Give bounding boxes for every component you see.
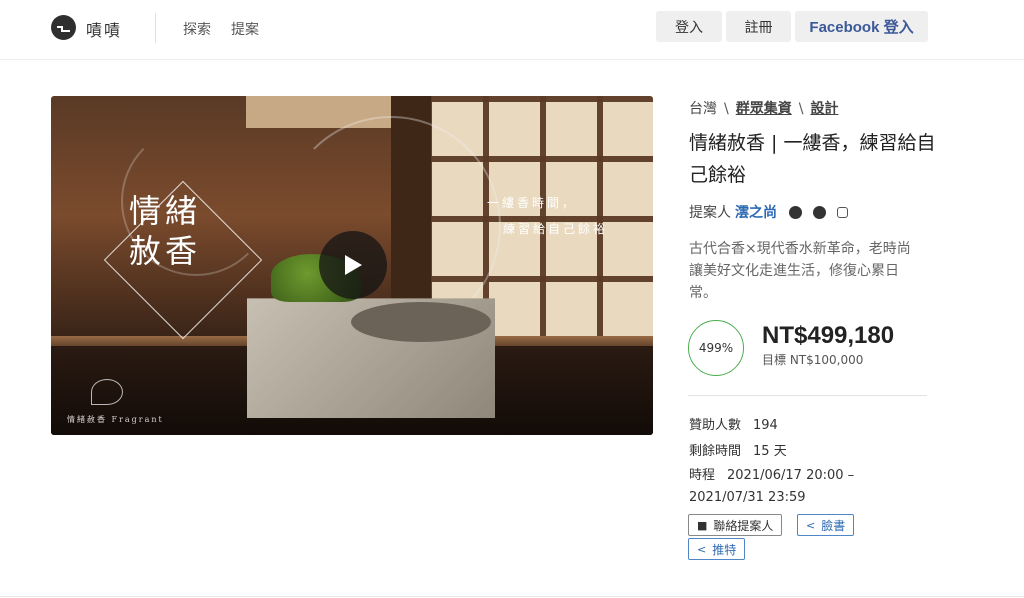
- stat-backers: 贊助人數 194: [689, 414, 778, 433]
- fish-logo-icon: [91, 379, 123, 405]
- share-facebook-button[interactable]: < 臉書: [797, 514, 855, 536]
- share-icon: <: [806, 518, 816, 532]
- project-video[interactable]: 情緒 赦香 一縷香時間， 練習給自己餘裕 情緒赦香 Fragrant: [51, 96, 653, 435]
- funding-percent: 499%: [698, 341, 734, 355]
- nav-explore-link[interactable]: 探索: [183, 19, 211, 39]
- project-description: 古代合香×現代香水新革命，老時尚讓美好文化走進生活，修復心累日常。: [689, 241, 911, 301]
- breadcrumb-type-link[interactable]: 群眾集資: [736, 101, 792, 117]
- hero-title-line2: 赦香: [129, 232, 202, 270]
- play-icon[interactable]: [319, 231, 387, 299]
- funding-percent-ring: 499%: [688, 320, 744, 376]
- hero-brand-caption: 情緒赦香 Fragrant: [67, 415, 164, 424]
- top-header: 嘖嘖 探索 提案 登入 註冊 Facebook 登入: [0, 0, 1024, 60]
- instagram-icon[interactable]: [837, 206, 848, 218]
- nav-propose-link[interactable]: 提案: [231, 19, 259, 39]
- stat-remaining-value: 15 天: [753, 444, 787, 459]
- site-logo-icon[interactable]: [51, 15, 76, 40]
- owner-name-link[interactable]: 澐之尚: [735, 202, 777, 222]
- breadcrumb: 台灣 \ 群眾集資 \ 設計: [689, 98, 838, 118]
- stats-divider: [688, 395, 927, 396]
- hero-title: 情緒 赦香: [129, 191, 249, 271]
- facebook-login-button[interactable]: Facebook 登入: [795, 11, 928, 42]
- breadcrumb-category-link[interactable]: 設計: [810, 101, 838, 117]
- brand-name[interactable]: 嘖嘖: [86, 17, 122, 41]
- owner-label: 提案人: [689, 205, 731, 221]
- hero-slogan-line2: 練習給自己餘裕: [503, 222, 609, 236]
- stat-remaining: 剩餘時間 15 天: [689, 440, 787, 459]
- hero-title-line1: 情緒: [129, 192, 202, 230]
- stat-backers-label: 贊助人數: [689, 418, 742, 433]
- incense-holder-bowl: [351, 302, 491, 342]
- share-twitter-label: 推特: [712, 542, 737, 557]
- breadcrumb-separator: \: [724, 101, 729, 117]
- page-bottom-divider: [0, 596, 1024, 597]
- stat-period: 時程 2021/06/17 20:00 – 2021/07/31 23:59: [689, 465, 929, 509]
- stat-period-label: 時程: [689, 468, 716, 483]
- hero-slogan-line1: 一縷香時間，: [487, 196, 578, 210]
- stat-remaining-label: 剩餘時間: [689, 444, 742, 459]
- message-icon: ■: [697, 518, 708, 532]
- share-facebook-label: 臉書: [821, 518, 846, 533]
- funding-amount: NT$499,180: [762, 322, 895, 349]
- share-icon: <: [697, 542, 707, 556]
- funding-goal: 目標 NT$100,000: [762, 353, 864, 367]
- login-button[interactable]: 登入: [656, 11, 722, 42]
- breadcrumb-location: 台灣: [689, 101, 717, 117]
- facebook-icon[interactable]: [813, 205, 826, 219]
- contact-owner-label: 聯絡提案人: [713, 518, 774, 533]
- register-button[interactable]: 註冊: [726, 11, 791, 42]
- website-icon[interactable]: [789, 205, 802, 219]
- contact-owner-button[interactable]: ■ 聯絡提案人: [688, 514, 783, 536]
- breadcrumb-separator: \: [798, 101, 804, 117]
- project-title: 情緒赦香 | 一縷香，練習給自己餘裕: [689, 132, 936, 186]
- stat-backers-value: 194: [753, 418, 778, 433]
- header-divider: [155, 13, 156, 43]
- project-owner: 提案人 澐之尚: [689, 202, 859, 222]
- share-twitter-button[interactable]: < 推特: [688, 538, 746, 560]
